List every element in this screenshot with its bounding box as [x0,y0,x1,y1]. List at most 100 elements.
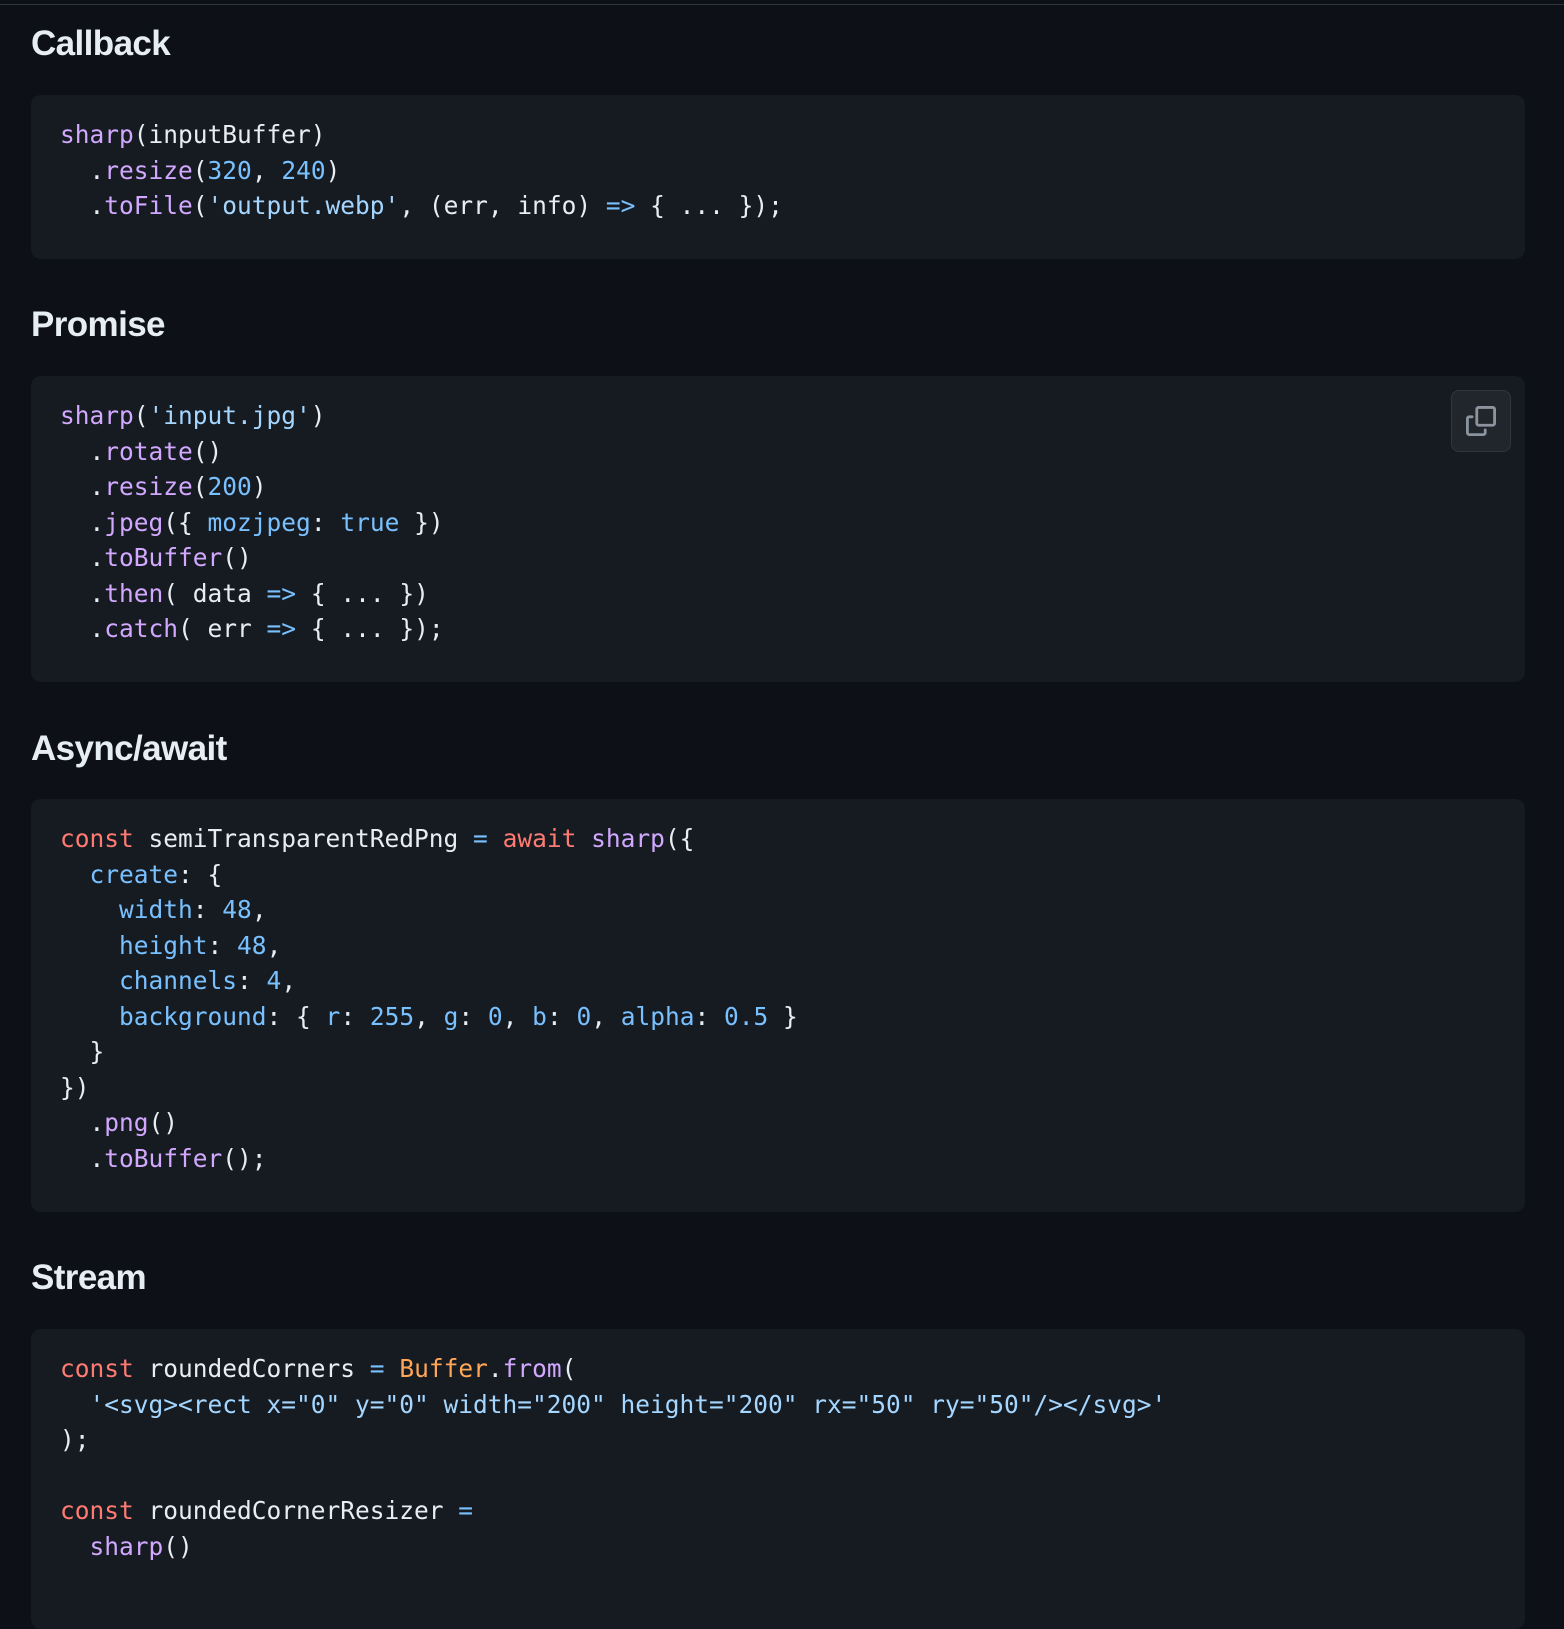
code-token: , (err, info) [399,191,606,220]
code-token: alpha [620,1001,695,1031]
code-token: : [310,507,341,537]
code-token: height [119,930,208,960]
code-token: , [591,1001,621,1031]
code-token: const [60,1496,134,1525]
heading-promise: Promise [31,305,166,344]
code-line: .jpeg({ mozjpeg: true }) [60,508,444,537]
code-token: jpeg [104,507,164,537]
code-token: Buffer [399,1354,488,1383]
code-token: . [60,543,105,572]
code-line: .toBuffer(); [60,1144,267,1173]
heading-stream: Stream [31,1258,147,1297]
code-token: , [414,1001,444,1031]
code-token: . [60,436,105,466]
code-line: ); [60,1425,90,1454]
code-token: (inputBuffer) [133,120,326,149]
code-line: .png() [60,1108,179,1137]
code-token: catch [104,614,179,643]
code-token: await [502,824,577,853]
code-line: create: { [60,859,223,889]
code-token: . [60,191,105,220]
code-token: ) [325,155,341,185]
code-token: 48 [237,930,267,960]
code-token: background [119,1001,267,1031]
code-line: background: { r: 255, g: 0, b: 0, alpha:… [60,1002,798,1031]
code-block-promise[interactable]: sharp('input.jpg') .rotate() .resize(200… [31,376,1525,682]
code-token: sharp [89,1531,164,1561]
code-line: sharp() [60,1532,193,1561]
code-token: = [458,1496,474,1525]
code-async-await: const semiTransparentRedPng = await shar… [60,821,1496,1176]
code-token: toFile [104,191,193,220]
code-token: = [473,824,488,853]
code-line: } [60,1037,105,1066]
code-block-stream[interactable]: const roundedCorners = Buffer.from( '<sv… [31,1329,1525,1629]
code-token: '<svg><rect x="0" y="0" width="200" heig… [89,1389,1167,1419]
code-line: const semiTransparentRedPng = await shar… [60,824,694,853]
code-line: const roundedCorners = Buffer.from( [60,1354,576,1383]
code-line: .then( data => { ... }) [60,579,429,608]
code-line: }) [60,1073,90,1102]
code-token: , [251,155,282,185]
code-token: create [89,859,179,889]
copy-icon [1466,406,1496,436]
code-token: , [502,1001,533,1031]
code-token: ({ [163,507,208,537]
code-token: roundedCorners [133,1354,370,1383]
code-token: ( err [178,614,267,643]
code-token: const [60,1354,134,1383]
code-token: 200 [207,472,252,501]
code-line: .resize(200) [60,472,267,501]
code-token: { ... }); [635,191,783,220]
code-token: } [768,1001,798,1031]
code-token: r [325,1001,341,1031]
code-token: ) [310,401,326,430]
code-token: then [104,578,164,608]
code-token: () [163,1531,193,1561]
code-token: b [532,1001,547,1031]
code-token: => [605,191,636,220]
code-token: . [60,155,105,185]
code-token: : { [266,1001,326,1031]
code-token: ( [561,1354,577,1383]
code-line: .toFile('output.webp', (err, info) => { … [60,191,783,220]
code-line: sharp('input.jpg') [60,401,326,430]
code-token: resize [104,155,193,185]
code-block-callback[interactable]: sharp(inputBuffer) .resize(320, 240) .to… [31,95,1525,259]
code-token: 48 [222,895,252,924]
code-token: () [192,436,223,466]
code-token: . [60,1143,105,1173]
code-token: ); [60,1425,90,1454]
code-token: : { [178,859,223,889]
code-token: . [60,472,105,501]
code-block-async-await[interactable]: const semiTransparentRedPng = await shar… [31,799,1525,1212]
code-token: } [60,1037,105,1066]
code-token: ( [192,472,208,501]
code-token: from [502,1354,562,1383]
code-token: g [443,1001,459,1031]
code-callback: sharp(inputBuffer) .resize(320, 240) .to… [60,117,1496,224]
code-token: width [119,895,193,924]
code-token: sharp [591,824,665,853]
code-token: true [340,507,400,537]
code-token: sharp [60,120,134,149]
code-token: png [104,1108,149,1137]
code-token: (); [222,1143,267,1173]
code-token: semiTransparentRedPng [133,824,474,853]
copy-button[interactable] [1451,390,1511,452]
code-token: 0.5 [724,1001,769,1031]
code-token: rotate [104,436,193,466]
code-token: { ... }); [296,614,444,643]
code-line: .toBuffer() [60,543,252,572]
code-token: 4 [266,966,282,995]
heading-callback: Callback [31,24,171,63]
code-token: ( data [163,578,267,608]
code-token: . [60,507,105,537]
code-token: 320 [207,155,252,185]
code-token: : [694,1001,725,1031]
